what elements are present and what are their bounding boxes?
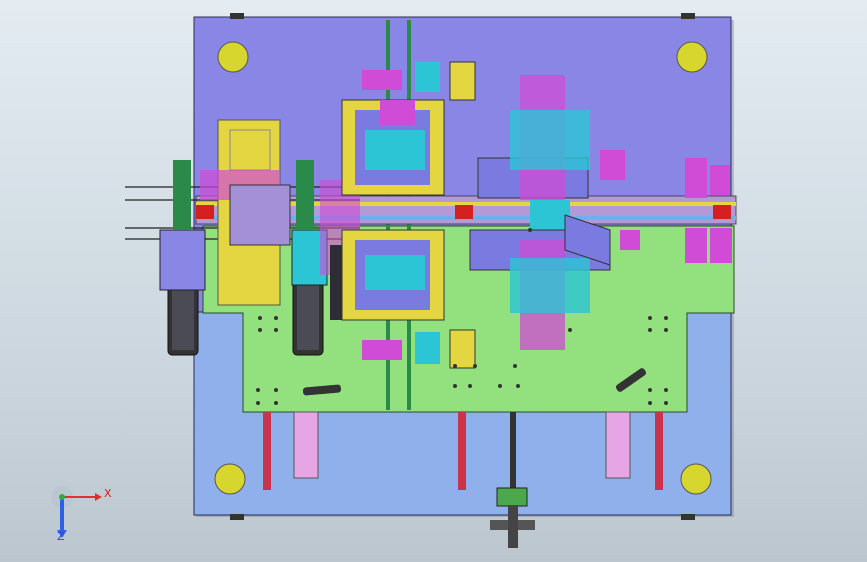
cad-viewport[interactable]: X Z [0,0,867,562]
guide-pin-top-left [217,41,249,73]
screw-nut [496,487,528,507]
axis-label-x: X [104,487,112,500]
axis-label-z: Z [57,530,65,543]
middle-plate [202,225,735,413]
assembly-model[interactable] [0,0,867,562]
guide-pin-bottom-right [680,463,712,495]
guide-pin-top-right [676,41,708,73]
guide-pin-bottom-left [214,463,246,495]
